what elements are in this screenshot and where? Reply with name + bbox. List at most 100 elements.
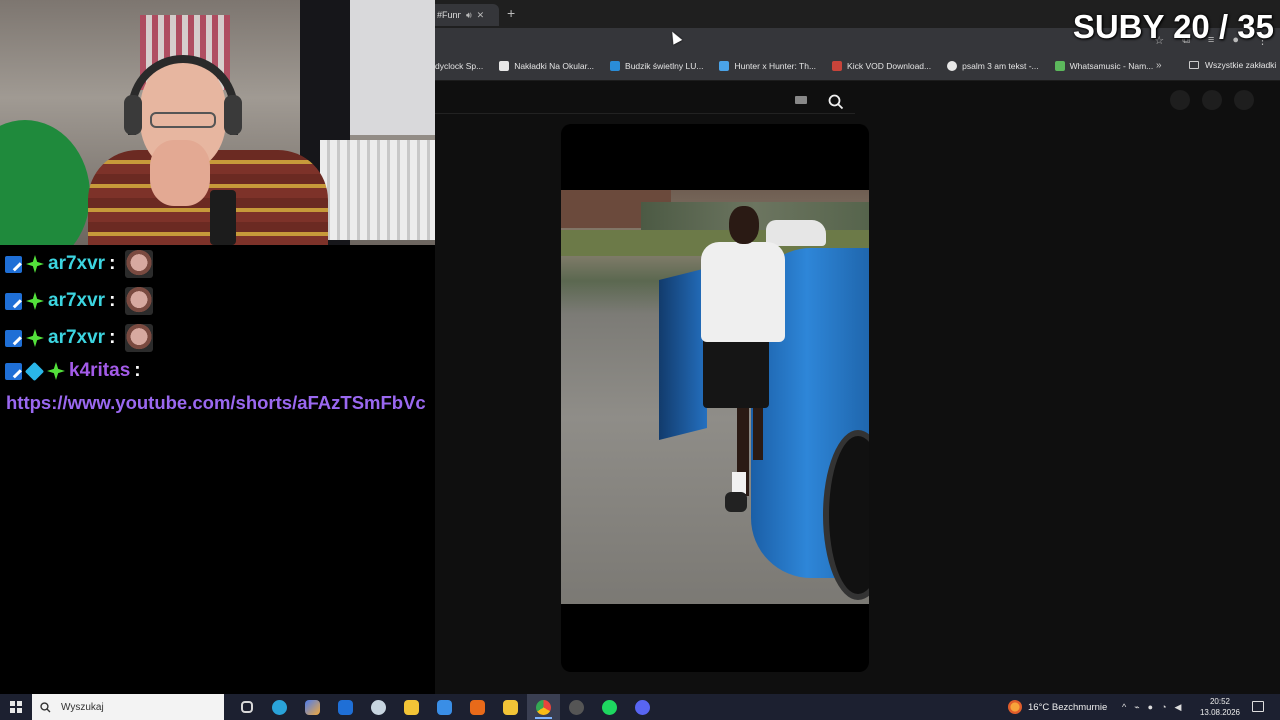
network-icon[interactable]: ⌁	[1134, 702, 1139, 713]
more-bookmarks-button[interactable]: »	[1156, 60, 1162, 71]
task-view-icon	[240, 701, 253, 713]
google-icon	[947, 61, 958, 71]
chat-separator: :	[109, 253, 116, 274]
wifi-icon[interactable]: ◔	[1161, 702, 1166, 712]
notification-icon[interactable]	[1252, 701, 1264, 712]
bookmark-icon	[719, 61, 730, 71]
search-icon	[40, 701, 51, 712]
webcam-radiator	[320, 140, 435, 240]
steam-button[interactable]	[362, 694, 395, 720]
video-frame[interactable]	[561, 190, 869, 604]
star-badge-icon	[47, 362, 65, 380]
close-icon[interactable]: ✕	[477, 10, 485, 21]
bookmark-item[interactable]: Kick VOD Download...	[832, 61, 931, 71]
system-tray: ^ ⌁ ● ◔ ◀	[1122, 694, 1181, 720]
search-button[interactable]	[818, 90, 854, 114]
header-buttons	[1170, 90, 1254, 110]
bookmark-icon	[610, 61, 621, 71]
chat-separator: :	[109, 327, 116, 348]
bookmark-item[interactable]: Hunter x Hunter: Th...	[719, 61, 816, 71]
clock[interactable]: 20:52 13.08.2026	[1196, 696, 1244, 718]
bookmark-item[interactable]: Budzik świetlny LU...	[610, 61, 703, 71]
taskbar-search-input[interactable]: Wyszukaj	[32, 694, 224, 720]
shorts-player[interactable]	[561, 124, 869, 672]
clock-date: 13.08.2026	[1199, 708, 1241, 717]
search-icon	[828, 94, 844, 110]
obs-button[interactable]	[461, 694, 494, 720]
moderator-badge-icon	[5, 292, 22, 310]
weather-widget[interactable]: 16°C Bezchmurnie	[1008, 694, 1107, 720]
emote-icon	[125, 287, 154, 315]
folder-icon	[503, 699, 518, 715]
new-tab-button[interactable]: +	[507, 5, 515, 21]
chat-username: ar7xvr	[48, 327, 106, 348]
chevron-up-icon[interactable]: ^	[1122, 702, 1126, 712]
explorer-button[interactable]	[494, 694, 527, 720]
webcam-window	[350, 0, 435, 135]
taskbar-apps	[230, 694, 659, 720]
app-dark-icon	[569, 699, 584, 715]
webcam-hand	[150, 140, 210, 206]
youtube-search-bar[interactable]	[435, 88, 855, 114]
all-bookmarks-button[interactable]: Wszystkie zakładki	[1189, 60, 1276, 70]
bookmark-label: dyclock Sp...	[435, 61, 484, 71]
obs-icon	[470, 699, 485, 715]
chrome-icon	[536, 699, 551, 715]
store-button[interactable]	[428, 694, 461, 720]
headset-earcup	[124, 95, 142, 135]
chat-message: ar7xvr :	[5, 250, 154, 278]
emote-icon	[125, 250, 154, 278]
taskbar: Wyszukaj 16°C Bezchmurnie ^ ⌁ ● ◔ ◀ 20:5…	[0, 694, 1280, 720]
taskbar-search-placeholder: Wyszukaj	[61, 701, 104, 713]
outlook-icon	[338, 699, 353, 715]
chat-message: ar7xvr :	[5, 324, 154, 352]
cube-badge-icon	[24, 361, 45, 381]
notifications-icon[interactable]	[1202, 90, 1222, 110]
windows-icon	[10, 701, 22, 713]
edge-button[interactable]	[263, 694, 296, 720]
folder-icon	[1189, 61, 1199, 69]
bookmark-label: Budzik świetlny LU...	[625, 61, 704, 71]
edge-icon	[272, 699, 287, 715]
chat-username: ar7xvr	[48, 253, 106, 274]
moderator-badge-icon	[5, 329, 22, 347]
keyboard-icon[interactable]	[795, 96, 807, 104]
bookmark-item[interactable]: Whatsamusic - Nam...	[1054, 61, 1153, 71]
all-bookmarks-label: Wszystkie zakładki	[1205, 60, 1277, 70]
microphone-icon	[210, 190, 236, 245]
chat-overlay: ar7xvr : ar7xvr : ar7xvr : k4ritas : htt…	[0, 245, 435, 694]
speaker-icon[interactable]: 🔊︎	[466, 10, 472, 21]
video-car-door	[659, 268, 707, 440]
copilot-icon	[305, 699, 320, 715]
create-icon[interactable]	[1170, 90, 1190, 110]
chat-separator: :	[109, 290, 116, 311]
microphone-icon[interactable]: ●	[1148, 702, 1153, 712]
bookmark-label: Kick VOD Download...	[847, 61, 932, 71]
start-button[interactable]	[0, 694, 32, 720]
chat-message: k4ritas :	[5, 360, 141, 382]
weather-icon	[1008, 700, 1022, 714]
clock-time: 20:52	[1209, 697, 1231, 706]
bookmark-item[interactable]: psalm 3 am tekst -...	[947, 61, 1039, 71]
task-view-button[interactable]	[230, 694, 263, 720]
avatar[interactable]	[1234, 90, 1254, 110]
bookmark-item[interactable]: dyclock Sp...	[435, 61, 483, 71]
chat-message: ar7xvr :	[5, 287, 154, 315]
star-badge-icon	[26, 292, 44, 310]
sub-counter-overlay: SUBY 20 / 35	[1072, 8, 1274, 45]
bookmark-item[interactable]: Nakładki Na Okular...	[499, 61, 594, 71]
outlook-button[interactable]	[329, 694, 362, 720]
weather-text: 16°C Bezchmurnie	[1028, 701, 1108, 713]
copilot-button[interactable]	[296, 694, 329, 720]
video-person-shirt	[701, 242, 785, 342]
app-dark-button[interactable]	[560, 694, 593, 720]
app-yellow-button[interactable]	[395, 694, 428, 720]
spotify-button[interactable]	[593, 694, 626, 720]
discord-button[interactable]	[626, 694, 659, 720]
chat-link[interactable]: https://www.youtube.com/shorts/aFAzTSmFb…	[6, 392, 426, 414]
headset-earcup	[224, 95, 242, 135]
chrome-button[interactable]	[527, 694, 560, 720]
volume-icon[interactable]: ◀	[1175, 702, 1182, 713]
browser-tab[interactable]: #Funn 🔊︎ ✕	[435, 4, 499, 26]
video-white-car	[766, 220, 826, 246]
